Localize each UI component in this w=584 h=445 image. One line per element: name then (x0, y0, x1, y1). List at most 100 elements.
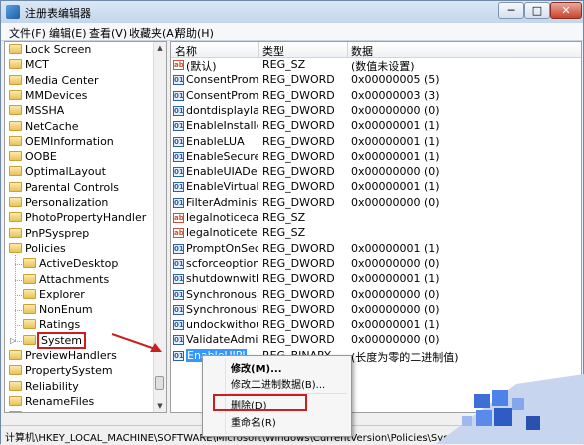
value-type: REG_DWORD (262, 318, 335, 332)
table-row[interactable]: ablegalnoticetext REG_SZ (171, 226, 581, 241)
binary-value-icon: 01 (173, 167, 184, 178)
tree-item[interactable]: Reliability (9, 380, 79, 395)
menu-view[interactable]: 查看(V) (89, 25, 127, 41)
menu-favorites[interactable]: 收藏夹(A) (129, 25, 178, 41)
column-divider[interactable] (347, 42, 348, 57)
value-name-cell: EnableInstaller... (186, 119, 258, 132)
table-row[interactable]: 01EnableUIADes... REG_DWORD 0x00000000 (0) (171, 165, 581, 180)
value-name-cell: EnableUIADes... (186, 165, 258, 178)
folder-icon (9, 212, 22, 223)
scroll-up-arrow-icon[interactable]: ▲ (154, 42, 166, 54)
value-name-cell: EnableLUA (186, 135, 258, 148)
value-name-cell: ConsentPromp... (186, 73, 258, 86)
tree-item[interactable]: MMDevices (9, 89, 87, 104)
tree-item-label: OptimalLayout (25, 165, 106, 179)
table-row[interactable]: 01EnableInstaller... REG_DWORD 0x00000001 … (171, 119, 581, 134)
table-row[interactable]: 01dontdisplaylas... REG_DWORD 0x00000000 (… (171, 104, 581, 119)
table-row[interactable]: 01FilterAdministr... REG_DWORD 0x00000000 … (171, 196, 581, 211)
tree-item[interactable]: PhotoPropertyHandler (9, 211, 146, 226)
tree-item-label: Parental Controls (25, 180, 119, 194)
value-name: ConsentPromp... (186, 73, 258, 87)
tree-item[interactable]: NetCache (9, 120, 79, 135)
tree-item[interactable]: Attachments (23, 273, 109, 288)
menu-edit[interactable]: 编辑(E) (49, 25, 87, 41)
tree-item[interactable]: RenameFiles (9, 395, 94, 410)
minimize-button[interactable]: ─ (498, 2, 524, 19)
tree-item[interactable]: OOBE (9, 150, 57, 165)
tree-item[interactable]: Parental Controls (9, 181, 119, 196)
tree-item-label: Media Center (25, 73, 99, 87)
menu-file[interactable]: 文件(F) (9, 25, 46, 41)
table-row[interactable]: 01ConsentPromp... REG_DWORD 0x00000005 (5) (171, 73, 581, 88)
table-row[interactable]: 01 scforceoption REG_DWORD 0x00000000 (0) (171, 257, 581, 272)
close-button[interactable]: ✕ (550, 2, 582, 19)
table-row[interactable]: ab (默认) REG_SZ (数值未设置) (171, 58, 581, 73)
table-row[interactable]: 01shutdownwitho... REG_DWORD 0x00000001 (1… (171, 272, 581, 287)
watermark-logo (436, 374, 584, 444)
folder-icon (9, 242, 22, 253)
binary-value-icon: 01 (173, 75, 184, 86)
table-row[interactable]: 01ValidateAdmin... REG_DWORD 0x00000000 (0… (171, 333, 581, 348)
value-type: REG_DWORD (262, 88, 335, 102)
tree-item[interactable]: MCT (9, 58, 49, 73)
folder-icon (23, 288, 36, 299)
menu-item-modify[interactable]: 修改(M)... (231, 360, 282, 375)
tree-item[interactable]: OptimalLayout (9, 165, 106, 180)
table-row[interactable]: 01 EnableLUA REG_DWORD 0x00000001 (1) (171, 135, 581, 150)
value-name-cell: ConsentPromp... (186, 89, 258, 102)
tree-item-label: Reliability (25, 379, 79, 393)
table-row[interactable]: 01ConsentPromp... REG_DWORD 0x00000003 (3) (171, 89, 581, 104)
value-name: shutdownwitho... (186, 272, 258, 286)
tree-item[interactable]: Explorer (23, 288, 85, 303)
tree-item[interactable]: Ratings (23, 318, 80, 333)
tree-item[interactable]: Run (9, 410, 46, 412)
value-type: REG_DWORD (262, 302, 335, 316)
scroll-thumb[interactable] (155, 376, 164, 390)
table-row[interactable]: 01EnableVirtualiz... REG_DWORD 0x00000001 … (171, 180, 581, 195)
tree-item[interactable]: Policies (9, 242, 66, 257)
binary-value-icon: 01 (173, 335, 184, 346)
table-row[interactable]: 01undockwithout... REG_DWORD 0x00000001 (1… (171, 318, 581, 333)
menu-item-modify-binary[interactable]: 修改二进制数据(B)... (231, 376, 325, 391)
tree-item[interactable]: Personalization (9, 196, 108, 211)
column-header-data[interactable]: 数据 (351, 43, 373, 59)
tree-item[interactable]: Media Center (9, 74, 99, 89)
maximize-button[interactable]: □ (524, 2, 550, 19)
table-row[interactable]: 01SynchronousU... REG_DWORD 0x00000000 (0) (171, 303, 581, 318)
value-name: (默认) (186, 60, 217, 73)
tree-item[interactable]: OEMInformation (9, 135, 114, 150)
column-header-type[interactable]: 类型 (262, 43, 284, 59)
value-data: 0x00000001 (1) (351, 134, 440, 148)
value-data: 0x00000000 (0) (351, 165, 440, 179)
scroll-down-arrow-icon[interactable]: ▼ (154, 400, 166, 412)
value-type: REG_DWORD (262, 165, 335, 179)
value-name-cell: scforceoption (186, 257, 258, 270)
value-type: REG_DWORD (262, 180, 335, 194)
value-name: EnableVirtualiz... (186, 180, 258, 194)
value-name: EnableUIADes... (186, 165, 258, 179)
tree-item[interactable]: ActiveDesktop (23, 257, 118, 272)
value-name-cell: EnableVirtualiz... (186, 180, 258, 193)
column-header-name[interactable]: 名称 (175, 43, 197, 59)
tree-item[interactable]: MSSHA (9, 104, 64, 119)
title-bar[interactable]: 注册表编辑器 ─ □ ✕ (1, 1, 583, 24)
tree-item[interactable]: System (23, 331, 87, 349)
context-menu: 修改(M)... 修改二进制数据(B)... 删除(D) 重命名(R) (202, 355, 352, 437)
menu-help[interactable]: 帮助(H) (175, 25, 214, 41)
tree-item[interactable]: Lock Screen (9, 43, 91, 58)
folder-icon (23, 334, 36, 345)
value-name: PromptOnSecu... (186, 241, 258, 255)
value-type: REG_SZ (262, 211, 306, 224)
column-divider[interactable] (258, 42, 259, 57)
string-value-icon: ab (173, 60, 184, 70)
tree-item[interactable]: NonEnum (23, 303, 93, 318)
table-row[interactable]: 01SynchronousM... REG_DWORD 0x00000000 (0) (171, 288, 581, 303)
table-row[interactable]: 01EnableSecureU... REG_DWORD 0x00000001 (1… (171, 150, 581, 165)
value-type: REG_DWORD (262, 134, 335, 148)
tree-item[interactable]: PnPSysprep (9, 227, 89, 242)
tree-item[interactable]: PropertySystem (9, 364, 113, 379)
tree-item[interactable]: PreviewHandlers (9, 349, 117, 364)
menu-item-rename[interactable]: 重命名(R) (231, 414, 276, 429)
table-row[interactable]: 01PromptOnSecu... REG_DWORD 0x00000001 (1) (171, 242, 581, 257)
table-row[interactable]: ablegalnoticecap... REG_SZ (171, 211, 581, 226)
